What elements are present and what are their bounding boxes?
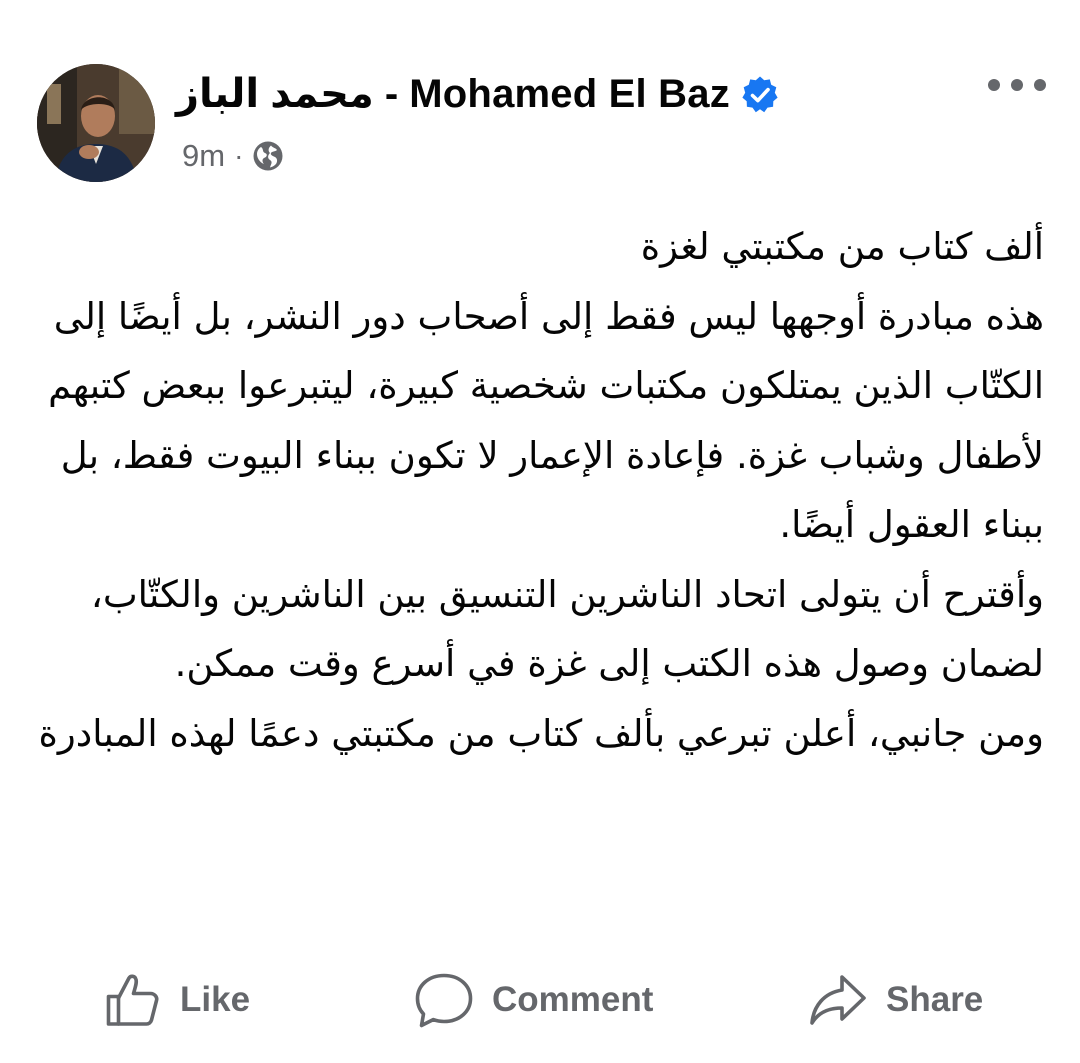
more-dot <box>1034 79 1046 91</box>
more-dot <box>988 79 1000 91</box>
share-label: Share <box>886 980 984 1019</box>
comment-label: Comment <box>492 980 654 1019</box>
like-button[interactable]: Like <box>104 960 250 1040</box>
author-avatar[interactable] <box>37 64 155 182</box>
post-paragraph: وأقترح أن يتولى اتحاد الناشرين التنسيق ب… <box>90 572 1044 686</box>
post-paragraph: ومن جانبي، أعلن تبرعي بألف كتاب من مكتبت… <box>38 711 1045 755</box>
post-meta: 9m · <box>182 134 284 178</box>
more-options-icon[interactable] <box>988 70 1046 100</box>
author-name[interactable]: محمد الباز - Mohamed El Baz <box>176 71 730 117</box>
post-paragraph: ألف كتاب من مكتبتي لغزة <box>640 225 1044 268</box>
author-name-row[interactable]: محمد الباز - Mohamed El Baz <box>176 68 780 120</box>
avatar-image <box>37 64 155 182</box>
share-button[interactable]: Share <box>808 960 983 1040</box>
post-body: ألف كتاب من مكتبتي لغزة هذه مبادرة أوجهه… <box>36 212 1045 768</box>
comment-button[interactable]: Comment <box>414 960 653 1040</box>
post-time[interactable]: 9m <box>182 138 225 174</box>
meta-separator: · <box>234 140 244 171</box>
like-label: Like <box>180 980 251 1019</box>
verified-badge-icon <box>740 75 780 115</box>
comment-bubble-icon <box>415 973 473 1028</box>
post-actions-bar: Like Comment Share <box>0 960 1080 1040</box>
thumbs-up-icon <box>106 974 159 1026</box>
share-arrow-icon <box>810 975 866 1025</box>
post-paragraph: هذه مبادرة أوجهها ليس فقط إلى أصحاب دور … <box>48 294 1044 547</box>
globe-icon[interactable] <box>252 140 284 172</box>
more-dot <box>1011 79 1023 91</box>
post-card: محمد الباز - Mohamed El Baz 9m · ألف كتا… <box>0 0 1080 1063</box>
